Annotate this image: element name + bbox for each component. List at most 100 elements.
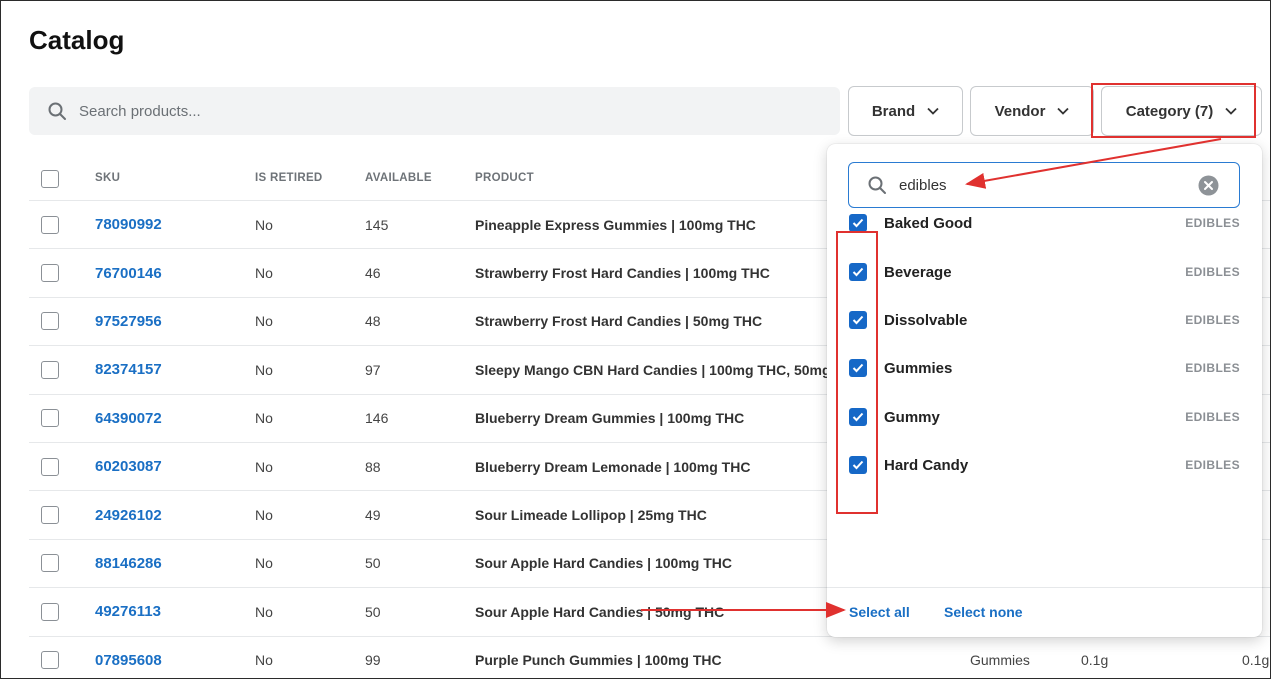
category-option-label: Gummies bbox=[884, 359, 953, 377]
header-product[interactable]: PRODUCT bbox=[475, 172, 534, 184]
category-option[interactable]: Baked Good EDIBLES bbox=[827, 199, 1262, 247]
category-option[interactable]: Beverage EDIBLES bbox=[827, 248, 1262, 296]
category-filter-button[interactable]: Category (7) bbox=[1101, 86, 1262, 136]
row-checkbox[interactable] bbox=[41, 602, 59, 621]
row-checkbox[interactable] bbox=[41, 360, 59, 379]
select-none-link[interactable]: Select none bbox=[944, 604, 1023, 620]
category-option-group: EDIBLES bbox=[1185, 265, 1240, 279]
category-option-label: Beverage bbox=[884, 263, 952, 281]
sku-link[interactable]: 97527956 bbox=[95, 313, 162, 330]
search-icon bbox=[868, 176, 886, 194]
category-option-label: Gummy bbox=[884, 408, 940, 426]
checkbox-checked-icon[interactable] bbox=[849, 311, 867, 329]
available-cell: 145 bbox=[365, 216, 389, 233]
product-name-cell: Sour Apple Hard Candies | 50mg THC bbox=[475, 603, 725, 620]
dropdown-footer: Select all Select none bbox=[827, 587, 1262, 637]
chevron-down-icon bbox=[1225, 107, 1237, 115]
available-cell: 88 bbox=[365, 458, 381, 475]
category-dropdown: edibles Baked Good EDIBLES Beverage EDIBLES… bbox=[827, 144, 1262, 637]
partial-cell: 0.1g bbox=[1242, 652, 1270, 669]
product-search-input[interactable]: Search products... bbox=[29, 87, 840, 135]
available-cell: 50 bbox=[365, 555, 381, 572]
is-retired-cell: No bbox=[255, 555, 273, 572]
category-option-group: EDIBLES bbox=[1185, 361, 1240, 375]
sku-link[interactable]: 64390072 bbox=[95, 410, 162, 427]
sku-link[interactable]: 82374157 bbox=[95, 361, 162, 378]
row-checkbox[interactable] bbox=[41, 409, 59, 428]
available-cell: 146 bbox=[365, 410, 389, 427]
sku-link[interactable]: 78090992 bbox=[95, 216, 162, 233]
category-option[interactable]: Gummies EDIBLES bbox=[827, 344, 1262, 392]
sku-link[interactable]: 76700146 bbox=[95, 265, 162, 282]
available-cell: 48 bbox=[365, 313, 381, 330]
is-retired-cell: No bbox=[255, 361, 273, 378]
category-option-label: Hard Candy bbox=[884, 456, 969, 474]
vendor-filter-button[interactable]: Vendor bbox=[970, 86, 1094, 136]
sku-link[interactable]: 07895608 bbox=[95, 652, 162, 669]
available-cell: 99 bbox=[365, 652, 381, 669]
available-cell: 97 bbox=[365, 361, 381, 378]
brand-filter-button[interactable]: Brand bbox=[848, 86, 963, 136]
table-row[interactable]: 07895608 No 99 Purple Punch Gummies | 100mg… bbox=[29, 637, 1270, 678]
weight-cell: 0.1g bbox=[1081, 652, 1109, 669]
sku-link[interactable]: 49276113 bbox=[95, 603, 161, 620]
checkbox-checked-icon[interactable] bbox=[849, 408, 867, 426]
row-checkbox[interactable] bbox=[41, 651, 59, 670]
search-icon bbox=[48, 102, 66, 120]
category-option[interactable]: Hard Candy EDIBLES bbox=[827, 441, 1262, 489]
select-all-rows-checkbox[interactable] bbox=[41, 170, 59, 188]
checkbox-checked-icon[interactable] bbox=[849, 214, 867, 232]
header-is-retired[interactable]: IS RETIRED bbox=[255, 172, 323, 184]
product-name-cell: Sleepy Mango CBN Hard Candies | 100mg TH… bbox=[475, 361, 831, 378]
is-retired-cell: No bbox=[255, 216, 273, 233]
category-cell: Gummies bbox=[970, 652, 1030, 669]
app-frame: Catalog Search products... Brand Vendor … bbox=[0, 0, 1271, 679]
available-cell: 50 bbox=[365, 603, 381, 620]
category-option-label: Baked Good bbox=[884, 214, 973, 232]
checkbox-checked-icon[interactable] bbox=[849, 359, 867, 377]
is-retired-cell: No bbox=[255, 410, 273, 427]
sku-link[interactable]: 24926102 bbox=[95, 507, 162, 524]
chevron-down-icon bbox=[1057, 107, 1070, 115]
product-name-cell: Blueberry Dream Lemonade | 100mg THC bbox=[475, 458, 751, 475]
chevron-down-icon bbox=[927, 107, 939, 115]
product-name-cell: Sour Limeade Lollipop | 25mg THC bbox=[475, 507, 707, 524]
is-retired-cell: No bbox=[255, 507, 273, 524]
search-placeholder: Search products... bbox=[79, 102, 201, 120]
available-cell: 46 bbox=[365, 265, 381, 282]
category-filter-label: Category (7) bbox=[1125, 102, 1214, 120]
is-retired-cell: No bbox=[255, 313, 273, 330]
vendor-filter-label: Vendor bbox=[994, 102, 1046, 120]
is-retired-cell: No bbox=[255, 265, 273, 282]
row-checkbox[interactable] bbox=[41, 312, 59, 331]
category-option-group: EDIBLES bbox=[1185, 216, 1240, 230]
category-option-label: Dissolvable bbox=[884, 311, 968, 329]
header-available[interactable]: AVAILABLE bbox=[365, 172, 432, 184]
category-option[interactable]: Gummy EDIBLES bbox=[827, 393, 1262, 441]
is-retired-cell: No bbox=[255, 458, 273, 475]
brand-filter-label: Brand bbox=[871, 102, 916, 120]
category-search-value: edibles bbox=[899, 176, 947, 194]
category-option-group: EDIBLES bbox=[1185, 313, 1240, 327]
sku-link[interactable]: 60203087 bbox=[95, 458, 162, 475]
sku-link[interactable]: 88146286 bbox=[95, 555, 162, 572]
is-retired-cell: No bbox=[255, 652, 273, 669]
clear-icon[interactable] bbox=[1198, 175, 1219, 196]
row-checkbox[interactable] bbox=[41, 554, 59, 573]
checkbox-checked-icon[interactable] bbox=[849, 456, 867, 474]
header-sku[interactable]: SKU bbox=[95, 172, 120, 184]
available-cell: 49 bbox=[365, 507, 381, 524]
product-name-cell: Sour Apple Hard Candies | 100mg THC bbox=[475, 555, 733, 572]
product-name-cell: Strawberry Frost Hard Candies | 100mg TH… bbox=[475, 265, 770, 282]
row-checkbox[interactable] bbox=[41, 264, 59, 283]
checkbox-checked-icon[interactable] bbox=[849, 263, 867, 281]
is-retired-cell: No bbox=[255, 603, 273, 620]
row-checkbox[interactable] bbox=[41, 506, 59, 525]
select-all-link[interactable]: Select all bbox=[849, 604, 910, 620]
row-checkbox[interactable] bbox=[41, 215, 59, 234]
product-name-cell: Pineapple Express Gummies | 100mg THC bbox=[475, 216, 756, 233]
category-option[interactable]: Dissolvable EDIBLES bbox=[827, 296, 1262, 344]
category-option-group: EDIBLES bbox=[1185, 410, 1240, 424]
row-checkbox[interactable] bbox=[41, 457, 59, 476]
category-option-group: EDIBLES bbox=[1185, 458, 1240, 472]
